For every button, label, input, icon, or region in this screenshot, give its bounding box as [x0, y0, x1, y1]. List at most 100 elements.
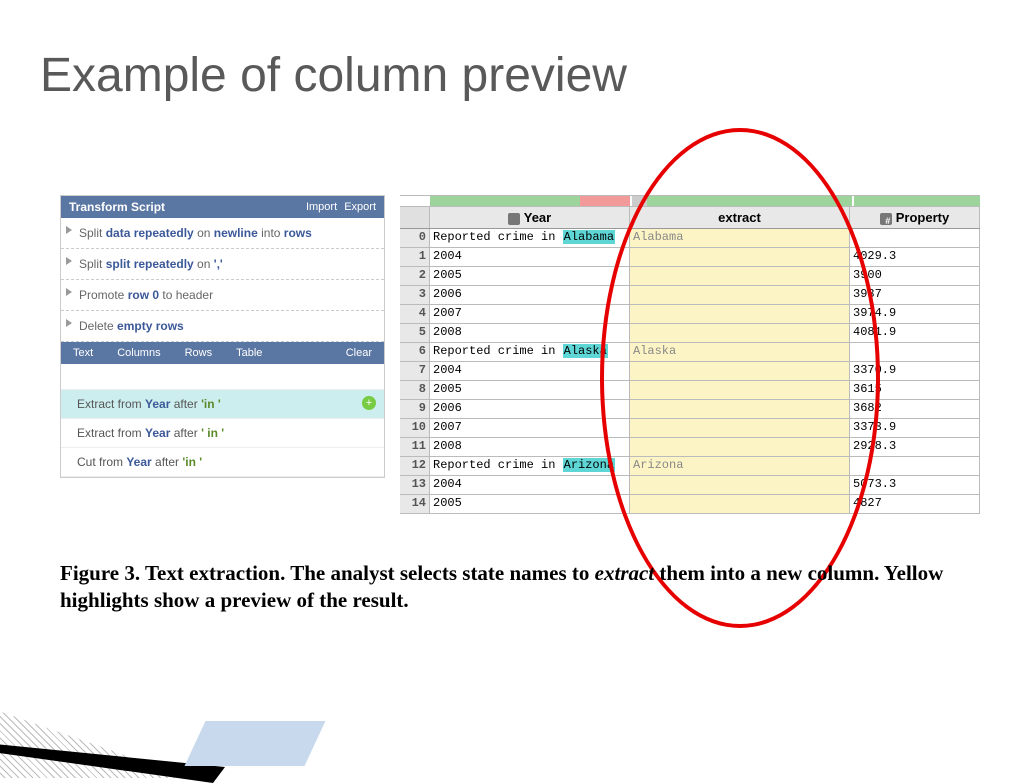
row-index: 1 [400, 248, 430, 266]
row-index: 2 [400, 267, 430, 285]
number-icon [880, 213, 892, 225]
table-row: 142005 4827 [400, 495, 980, 514]
cell-extract[interactable] [630, 476, 850, 494]
cell-year[interactable]: 2006 [430, 286, 630, 304]
row-index: 7 [400, 362, 430, 380]
cell-year[interactable]: 2007 [430, 419, 630, 437]
cell-extract[interactable] [630, 362, 850, 380]
cell-extract[interactable] [630, 400, 850, 418]
tab-rows[interactable]: Rows [173, 342, 225, 364]
suggestion-item[interactable]: Extract from Year after ' in ' [61, 419, 384, 448]
cell-extract[interactable] [630, 286, 850, 304]
transform-script-panel: Transform Script Import Export Split dat… [60, 195, 385, 478]
cell-property[interactable]: 3615 [850, 381, 980, 399]
script-item[interactable]: Promote row 0 to header [61, 280, 384, 311]
suggestions: Extract from Year after 'in '+Extract fr… [61, 364, 384, 477]
add-icon[interactable]: + [362, 396, 376, 410]
cell-extract[interactable] [630, 438, 850, 456]
cell-year[interactable]: Reported crime in Alaska [430, 343, 630, 361]
panel-header: Transform Script Import Export [61, 196, 384, 218]
th-year[interactable]: Year [430, 207, 630, 228]
cell-year[interactable]: 2005 [430, 495, 630, 513]
type-icon [508, 213, 520, 225]
table-row: 42007 3974.9 [400, 305, 980, 324]
table-row: 102007 3373.9 [400, 419, 980, 438]
quality-bar [400, 196, 980, 206]
row-index: 0 [400, 229, 430, 247]
row-index: 12 [400, 457, 430, 475]
script-item[interactable]: Delete empty rows [61, 311, 384, 342]
cell-year[interactable]: 2005 [430, 381, 630, 399]
cell-extract[interactable]: Alaska [630, 343, 850, 361]
th-extract[interactable]: extract [630, 207, 850, 228]
table-header-row: Year extract Property [400, 206, 980, 229]
cell-property[interactable]: 3370.9 [850, 362, 980, 380]
cell-extract[interactable] [630, 419, 850, 437]
cell-extract[interactable] [630, 248, 850, 266]
table-row: 82005 3615 [400, 381, 980, 400]
table-row: 12Reported crime in ArizonaArizona [400, 457, 980, 476]
tab-bar: Text Columns Rows Table Clear [61, 342, 384, 364]
import-link[interactable]: Import [306, 201, 337, 213]
table-row: 92006 3682 [400, 400, 980, 419]
cell-property[interactable]: 3682 [850, 400, 980, 418]
cell-property[interactable]: 5073.3 [850, 476, 980, 494]
cell-year[interactable]: 2006 [430, 400, 630, 418]
cell-property[interactable]: 4081.9 [850, 324, 980, 342]
cell-year[interactable]: 2008 [430, 438, 630, 456]
cell-property[interactable]: 3974.9 [850, 305, 980, 323]
cell-property[interactable]: 2928.3 [850, 438, 980, 456]
script-item[interactable]: Split data repeatedly on newline into ro… [61, 218, 384, 249]
slide-decoration [0, 668, 250, 778]
row-index: 8 [400, 381, 430, 399]
tab-table[interactable]: Table [224, 342, 274, 364]
script-list: Split data repeatedly on newline into ro… [61, 218, 384, 342]
cell-property[interactable] [850, 457, 980, 475]
cell-year[interactable]: 2008 [430, 324, 630, 342]
cell-extract[interactable] [630, 324, 850, 342]
cell-year[interactable]: 2004 [430, 248, 630, 266]
row-index: 9 [400, 400, 430, 418]
table-row: 112008 2928.3 [400, 438, 980, 457]
suggestion-item[interactable]: Extract from Year after 'in '+ [61, 390, 384, 419]
row-index: 4 [400, 305, 430, 323]
table-row: 6Reported crime in AlaskaAlaska [400, 343, 980, 362]
cell-property[interactable]: 3937 [850, 286, 980, 304]
row-index: 11 [400, 438, 430, 456]
table-row: 520084081.9 [400, 324, 980, 343]
row-index: 14 [400, 495, 430, 513]
th-property[interactable]: Property [850, 207, 980, 228]
row-index: 13 [400, 476, 430, 494]
cell-property[interactable]: 4029.3 [850, 248, 980, 266]
cell-property[interactable] [850, 343, 980, 361]
cell-property[interactable]: 4827 [850, 495, 980, 513]
tab-clear[interactable]: Clear [334, 342, 384, 364]
cell-extract[interactable] [630, 267, 850, 285]
cell-property[interactable] [850, 229, 980, 247]
cell-property[interactable]: 3373.9 [850, 419, 980, 437]
th-index [400, 207, 430, 228]
tab-text[interactable]: Text [61, 342, 105, 364]
panel-title: Transform Script [69, 200, 165, 214]
suggestion-item[interactable]: Cut from Year after 'in ' [61, 448, 384, 477]
cell-year[interactable]: 2004 [430, 476, 630, 494]
table-row: 12004 4029.3 [400, 248, 980, 267]
cell-year[interactable]: 2004 [430, 362, 630, 380]
cell-year[interactable]: 2005 [430, 267, 630, 285]
export-link[interactable]: Export [344, 201, 376, 213]
cell-year[interactable]: Reported crime in Alabama [430, 229, 630, 247]
cell-extract[interactable] [630, 495, 850, 513]
row-index: 10 [400, 419, 430, 437]
cell-extract[interactable]: Arizona [630, 457, 850, 475]
cell-extract[interactable] [630, 381, 850, 399]
script-item[interactable]: Split split repeatedly on ',' [61, 249, 384, 280]
cell-year[interactable]: 2007 [430, 305, 630, 323]
cell-property[interactable]: 3900 [850, 267, 980, 285]
tab-columns[interactable]: Columns [105, 342, 172, 364]
cell-year[interactable]: Reported crime in Arizona [430, 457, 630, 475]
table-row: 22005 3900 [400, 267, 980, 286]
cell-extract[interactable]: Alabama [630, 229, 850, 247]
table-row: 72004 3370.9 [400, 362, 980, 381]
cell-extract[interactable] [630, 305, 850, 323]
figure-caption: Figure 3. Text extraction. The analyst s… [60, 560, 970, 615]
